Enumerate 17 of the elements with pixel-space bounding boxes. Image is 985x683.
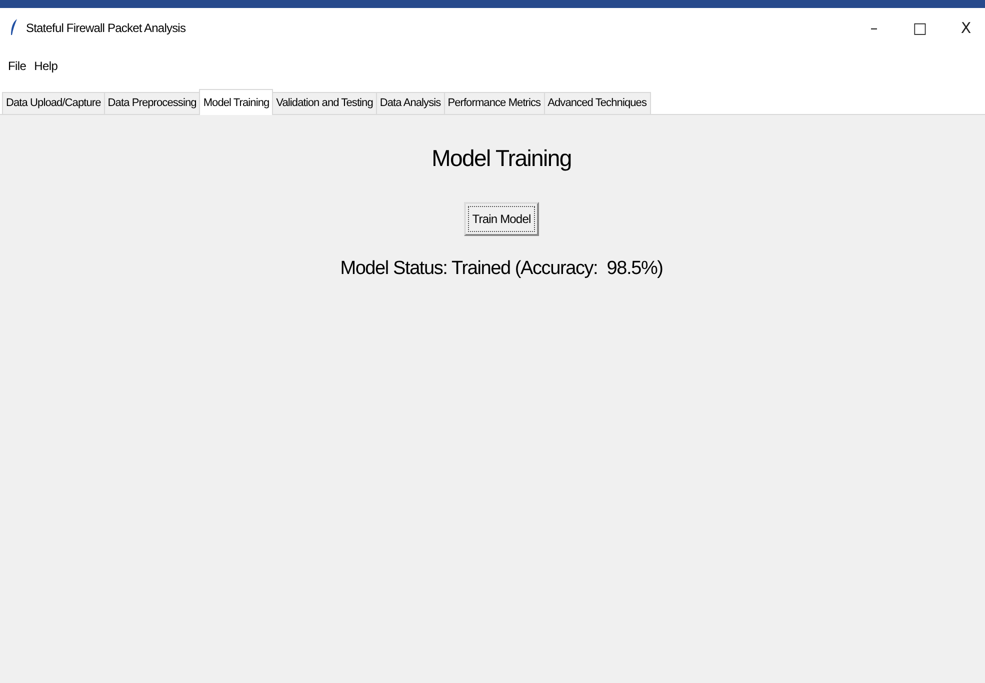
feather-icon xyxy=(10,19,18,37)
window-control[interactable]: X xyxy=(947,19,985,37)
tab[interactable]: Data Analysis xyxy=(376,92,445,114)
model-status: Model Status: Trained (Accuracy: 98.5%) xyxy=(340,258,663,280)
window-control[interactable]: □ xyxy=(901,19,939,37)
menu-item[interactable]: File xyxy=(8,59,26,73)
tab[interactable]: Performance Metrics xyxy=(444,92,545,114)
menu-item[interactable]: Help xyxy=(34,59,58,73)
window-title: Stateful Firewall Packet Analysis xyxy=(26,21,186,35)
train-model-button[interactable]: Train Model xyxy=(464,202,539,236)
panel-heading: Model Training xyxy=(432,145,572,172)
tab[interactable]: Data Upload/Capture xyxy=(2,92,105,114)
tab[interactable]: Validation and Testing xyxy=(272,92,377,114)
tab[interactable]: Advanced Techniques xyxy=(544,92,650,114)
tab[interactable]: Model Training xyxy=(199,89,274,115)
tab[interactable]: Data Preprocessing xyxy=(104,92,200,114)
window-control[interactable]: – xyxy=(855,19,893,37)
